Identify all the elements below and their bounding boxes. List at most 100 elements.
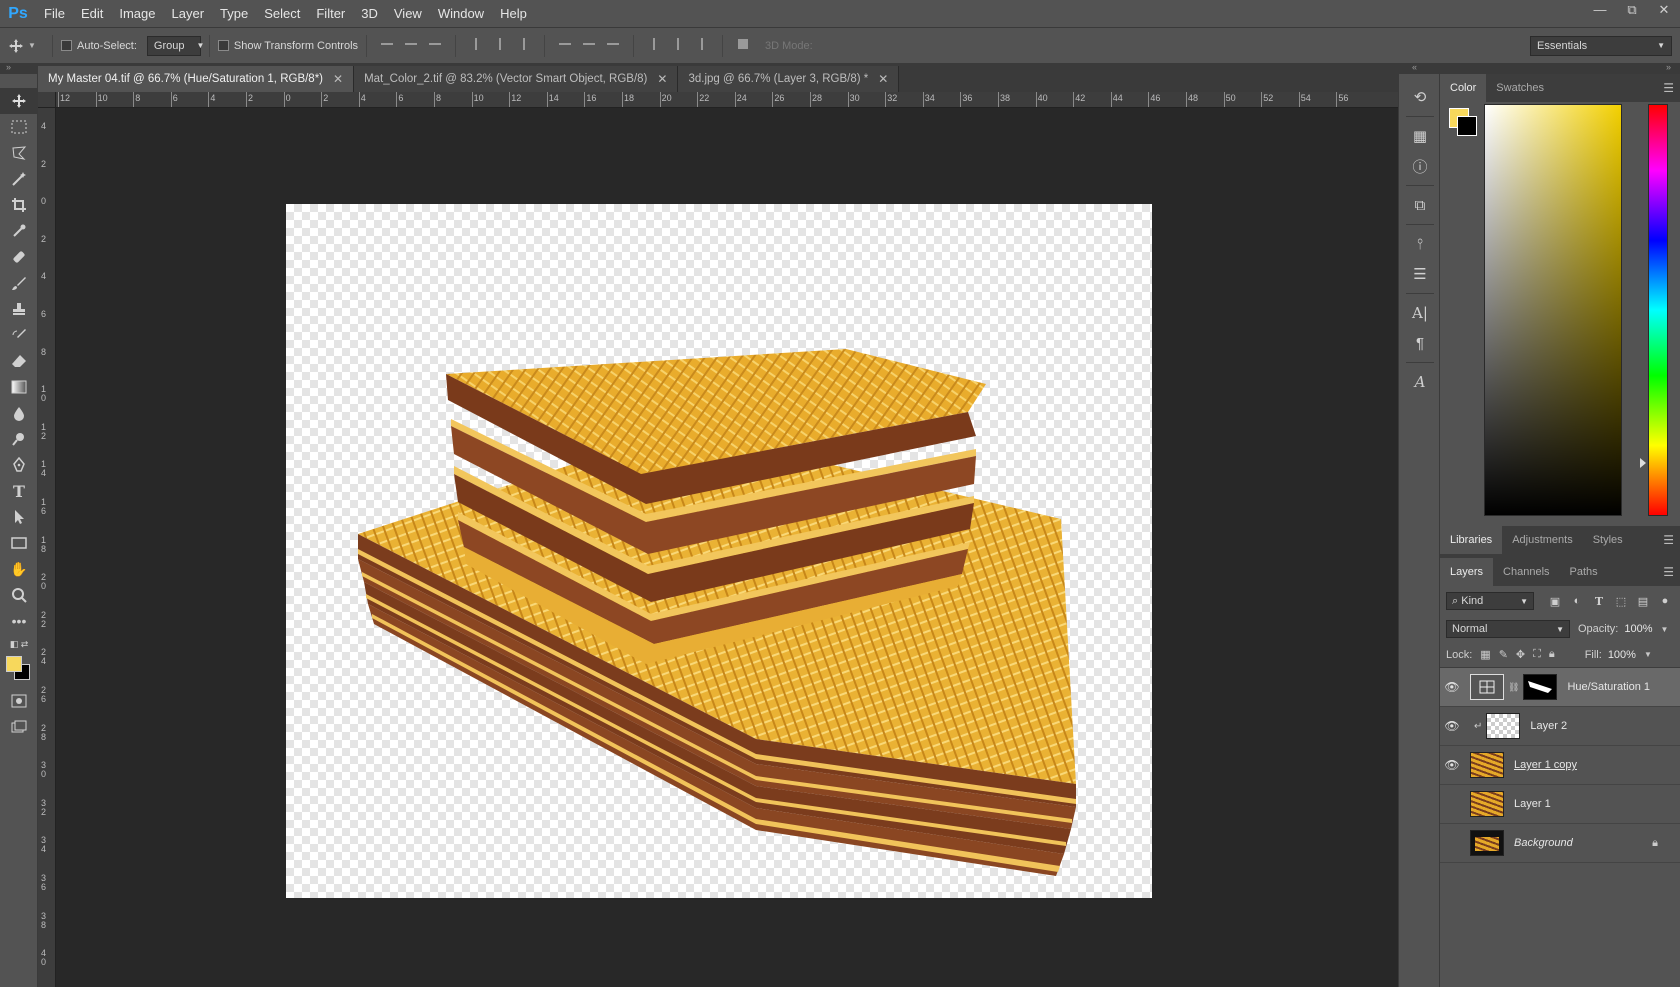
menu-help[interactable]: Help [492, 0, 535, 28]
saturation-brightness-field[interactable] [1484, 104, 1659, 516]
restore-button[interactable]: ⧉ [1616, 0, 1648, 22]
crop-tool[interactable] [0, 192, 38, 218]
visibility-eye-icon[interactable]: 👁︎ [1440, 758, 1464, 772]
eyedropper-tool[interactable] [0, 218, 38, 244]
workspace-dropdown[interactable]: Essentials ▼ [1530, 36, 1672, 56]
align-right-icon[interactable] [515, 35, 533, 53]
magic-wand-tool[interactable] [0, 166, 38, 192]
align-top-icon[interactable] [378, 35, 396, 53]
auto-select-checkbox[interactable]: Auto-Select: [61, 40, 137, 52]
tab-mat-color[interactable]: Mat_Color_2.tif @ 83.2% (Vector Smart Ob… [354, 66, 679, 92]
history-brush-tool[interactable] [0, 322, 38, 348]
tab-3d-jpg[interactable]: 3d.jpg @ 66.7% (Layer 3, RGB/8) * ✕ [678, 66, 900, 92]
panel-menu-icon[interactable]: ☰ [1663, 81, 1674, 95]
show-transform-checkbox[interactable]: Show Transform Controls [217, 40, 358, 52]
auto-select-dropdown[interactable]: Group ▼ [146, 35, 204, 56]
blend-mode-dropdown[interactable]: Normal ▼ [1446, 620, 1570, 638]
vertical-ruler[interactable]: 4 2 0 2 4 6 8 1 0 1 2 1 4 1 6 1 8 2 0 2 2 2 4 2 6 2 8 3 0… [38, 108, 56, 987]
menu-edit[interactable]: Edit [73, 0, 111, 28]
quick-mask-button[interactable] [0, 688, 38, 714]
filter-shape-icon[interactable]: ⬚ [1614, 594, 1628, 608]
collapse-right-icon[interactable]: » [1666, 62, 1671, 72]
swap-colors[interactable]: ◧ ⇄ [0, 634, 38, 654]
menu-layer[interactable]: Layer [164, 0, 213, 28]
filter-type-icon[interactable]: T [1592, 594, 1606, 608]
menu-type[interactable]: Type [212, 0, 256, 28]
hand-tool[interactable]: ✋ [0, 556, 38, 582]
collapse-strip-icon[interactable]: « [1412, 62, 1417, 72]
distribute-vcenter-icon[interactable] [580, 35, 598, 53]
minimize-button[interactable]: — [1584, 0, 1616, 22]
distribute-left-icon[interactable] [645, 35, 663, 53]
properties-panel-button[interactable]: ☰ [1399, 259, 1441, 289]
menu-select[interactable]: Select [256, 0, 308, 28]
type-tool[interactable]: T [0, 478, 38, 504]
layer-row[interactable]: Layer 1 [1440, 785, 1680, 824]
tab-styles[interactable]: Styles [1583, 526, 1633, 554]
menu-filter[interactable]: Filter [308, 0, 353, 28]
collapse-left-icon[interactable]: » [6, 62, 11, 72]
zoom-tool[interactable] [0, 582, 38, 608]
glyphs-panel-button[interactable]: A [1399, 367, 1441, 397]
tab-libraries[interactable]: Libraries [1440, 526, 1503, 554]
lock-transparent-icon[interactable]: ▦ [1480, 648, 1490, 661]
more-tools[interactable]: ••• [0, 608, 38, 634]
hue-slider[interactable] [1648, 104, 1668, 516]
auto-align-icon[interactable] [734, 35, 752, 53]
filter-adjustment-icon[interactable]: ◐ [1570, 594, 1584, 608]
document-canvas[interactable] [286, 204, 1152, 898]
actions-panel-button[interactable]: ▦ [1399, 121, 1441, 151]
layer-row[interactable]: 👁︎ ⛓ Hue/Saturation 1 [1440, 668, 1680, 707]
lasso-tool[interactable] [0, 140, 38, 166]
tab-adjustments[interactable]: Adjustments [1502, 526, 1583, 554]
lock-artboard-icon[interactable]: ⛶ [1533, 648, 1541, 661]
background-color-swatch[interactable] [1457, 116, 1477, 136]
menu-3d[interactable]: 3D [353, 0, 386, 28]
move-tool[interactable] [0, 88, 38, 114]
layer-row[interactable]: Background 🔒︎ [1440, 824, 1680, 863]
lock-position-icon[interactable]: ✥ [1516, 648, 1525, 661]
fill-value[interactable]: 100% [1608, 649, 1636, 661]
brush-tool[interactable] [0, 270, 38, 296]
clone-stamp-tool[interactable] [0, 296, 38, 322]
canvas-area[interactable] [56, 108, 1398, 987]
close-icon[interactable]: ✕ [878, 72, 888, 86]
menu-view[interactable]: View [386, 0, 430, 28]
layer-row[interactable]: 👁︎ ↵ Layer 2 [1440, 707, 1680, 746]
tab-paths[interactable]: Paths [1560, 558, 1608, 586]
info-panel-button[interactable]: ⓘ [1399, 151, 1441, 181]
distribute-bottom-icon[interactable] [604, 35, 622, 53]
filter-toggle-icon[interactable]: ● [1658, 594, 1672, 608]
paragraph-panel-button[interactable]: ¶ [1399, 328, 1441, 358]
filter-pixel-icon[interactable]: ▣ [1548, 594, 1562, 608]
horizontal-ruler[interactable]: 12 10 8 6 4 2 0 2 4 6 8 10 12 14 16 18 20 22 24 26 28 30 32 34 3… [56, 92, 1398, 108]
chevron-down-icon[interactable]: ▼ [1661, 625, 1669, 634]
distribute-hcenter-icon[interactable] [669, 35, 687, 53]
color-swatches[interactable] [0, 654, 37, 688]
tab-my-master[interactable]: My Master 04.tif @ 66.7% (Hue/Saturation… [38, 66, 355, 92]
gradient-tool[interactable] [0, 374, 38, 400]
lock-pixels-icon[interactable]: ✎ [1499, 648, 1508, 661]
panel-menu-icon[interactable]: ☰ [1663, 565, 1674, 579]
align-hcenter-icon[interactable] [491, 35, 509, 53]
character-panel-button[interactable]: A| [1399, 298, 1441, 328]
hue-slider-marker[interactable] [1640, 458, 1646, 468]
distribute-right-icon[interactable] [693, 35, 711, 53]
layer-row[interactable]: 👁︎ Layer 1 copy [1440, 746, 1680, 785]
layer-mask-thumbnail[interactable] [1523, 674, 1558, 700]
panel-menu-icon[interactable]: ☰ [1663, 533, 1674, 547]
filter-kind-dropdown[interactable]: ⌕ Kind ▼ [1446, 592, 1534, 610]
tool-preset-picker[interactable]: ▼ [0, 38, 44, 54]
ruler-origin[interactable] [38, 92, 56, 108]
tab-layers[interactable]: Layers [1440, 558, 1494, 586]
close-icon[interactable]: ✕ [657, 72, 667, 86]
clone-source-panel-button[interactable]: ⧉ [1399, 190, 1441, 220]
filter-smart-object-icon[interactable]: ▤ [1636, 594, 1650, 608]
screen-mode-button[interactable] [0, 714, 38, 740]
path-selection-tool[interactable] [0, 504, 38, 530]
distribute-top-icon[interactable] [556, 35, 574, 53]
tab-color[interactable]: Color [1440, 74, 1487, 102]
visibility-eye-icon[interactable]: 👁︎ [1440, 719, 1464, 733]
pen-tool[interactable] [0, 452, 38, 478]
align-left-icon[interactable] [467, 35, 485, 53]
